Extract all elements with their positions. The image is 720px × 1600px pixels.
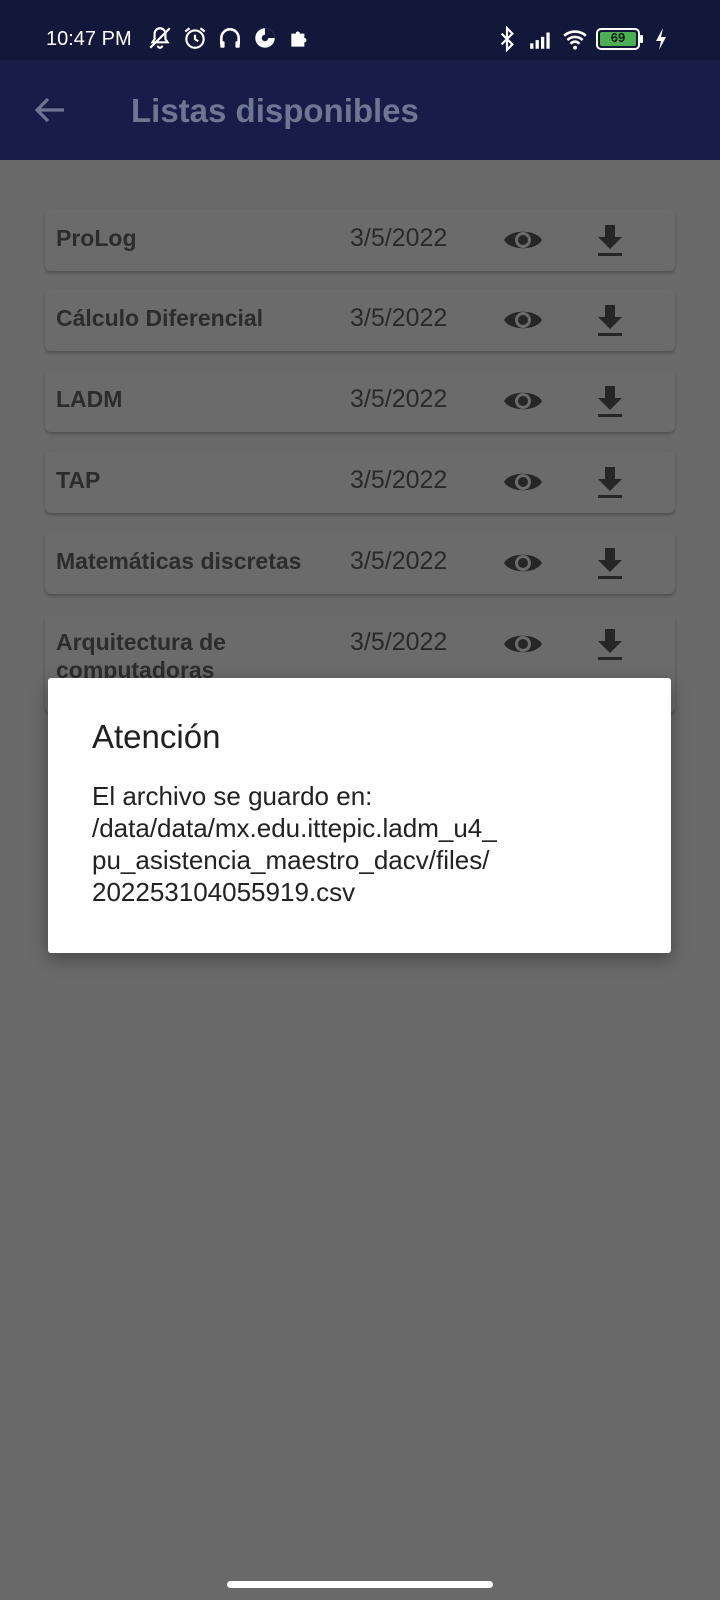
list-item-date: 3/5/2022 [350,385,448,413]
alert-dialog: Atención El archivo se guardo en: /data/… [48,678,671,953]
battery-level: 69 [610,30,626,45]
download-button[interactable] [592,544,628,582]
back-button[interactable] [30,90,70,130]
view-button[interactable] [502,223,544,257]
download-button[interactable] [592,301,628,339]
wifi-icon [562,26,588,52]
headset-icon [217,25,243,51]
download-icon [598,225,622,256]
list-item-name: Matemáticas discretas [56,548,302,574]
puzzle-icon [287,25,313,51]
list-item-date: 3/5/2022 [350,547,448,575]
list-item[interactable]: Cálculo Diferencial 3/5/2022 [45,289,675,351]
signal-icon [528,26,554,52]
list-item-date: 3/5/2022 [350,466,448,494]
pie-chart-icon [252,25,278,51]
list-item-name: ProLog [56,225,137,251]
download-button[interactable] [592,463,628,501]
dialog-message-line: El archivo se guardo en: [92,781,373,811]
arrow-left-icon [34,97,64,123]
download-button[interactable] [592,221,628,259]
eye-icon [504,311,542,329]
list-item[interactable]: LADM 3/5/2022 [45,370,675,432]
dialog-message-line: 202253104055919.csv [92,877,356,907]
status-time: 10:47 PM [46,28,132,50]
view-button[interactable] [502,465,544,499]
list-item[interactable]: Matemáticas discretas 3/5/2022 [45,532,675,594]
dialog-message: El archivo se guardo en: /data/data/mx.e… [92,780,632,908]
battery-icon: 69 [596,27,646,51]
download-icon [598,386,622,417]
dialog-title: Atención [92,718,221,755]
eye-icon [504,231,542,249]
bluetooth-icon [494,26,520,52]
eye-icon [504,392,542,410]
view-button[interactable] [502,384,544,418]
charging-icon [654,26,668,52]
view-button[interactable] [502,546,544,580]
alarm-icon [182,25,208,51]
list-item[interactable]: ProLog 3/5/2022 [45,209,675,271]
download-icon [598,548,622,579]
home-indicator[interactable] [227,1581,493,1588]
download-icon [598,467,622,498]
download-button[interactable] [592,625,628,663]
dialog-message-line: pu_asistencia_maestro_dacv/files/ [92,845,490,875]
eye-icon [504,473,542,491]
download-icon [598,305,622,336]
status-icons-left [147,25,313,51]
list-item-date: 3/5/2022 [350,224,448,252]
status-bar: 10:47 PM 69 [0,0,720,60]
download-icon [598,629,622,660]
list-item-date: 3/5/2022 [350,304,448,332]
status-icons-right: 69 [494,26,668,52]
page-title: Listas disponibles [131,92,419,129]
app-bar: Listas disponibles [0,60,720,160]
list-item[interactable]: TAP 3/5/2022 [45,451,675,513]
list-item-date: 3/5/2022 [350,628,448,656]
eye-icon [504,554,542,572]
mute-bell-icon [147,25,173,51]
list-item-name: Cálculo Diferencial [56,305,264,331]
download-button[interactable] [592,382,628,420]
view-button[interactable] [502,303,544,337]
view-button[interactable] [502,627,544,661]
dialog-message-line: /data/data/mx.edu.ittepic.ladm_u4_ [92,813,497,843]
list-item-name: LADM [56,386,123,412]
eye-icon [504,635,542,653]
list-item-name: TAP [56,467,101,493]
list-item-name: Arquitectura de computadoras [56,629,226,683]
